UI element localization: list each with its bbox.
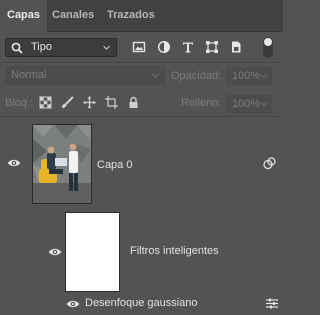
blend-mode-value: Normal — [11, 69, 47, 81]
layer-name[interactable]: Capa 0 — [97, 159, 132, 171]
filter-blending-options-icon[interactable] — [266, 298, 278, 309]
eye-icon[interactable] — [7, 158, 21, 168]
opacity-value: 100% — [232, 70, 261, 82]
smart-filter-indicator-icon[interactable] — [263, 157, 276, 170]
eye-icon[interactable] — [66, 299, 80, 309]
opacity-input[interactable]: 100% — [226, 67, 272, 85]
filter-kind-value: Tipo — [31, 41, 52, 53]
tab-layers[interactable]: Capas — [0, 0, 48, 32]
type-filter-icon[interactable] — [181, 40, 195, 54]
fill-value: 100% — [232, 98, 261, 110]
lock-transparent-icon[interactable] — [39, 96, 52, 109]
layer-filter-row: Tipo — [0, 32, 283, 62]
fill-label: Relleno: — [181, 97, 222, 109]
chevron-down-icon — [260, 74, 268, 79]
eye-icon[interactable] — [48, 247, 62, 257]
filter-kind-select[interactable]: Tipo — [5, 38, 117, 57]
tab-channels[interactable]: Canales — [45, 0, 101, 31]
lock-paint-icon[interactable] — [61, 96, 74, 109]
filter-name-gaussian-blur[interactable]: Desenfoque gaussiano — [85, 297, 198, 309]
shape-filter-icon[interactable] — [205, 40, 219, 54]
image-filter-icon[interactable] — [132, 40, 146, 54]
divider — [0, 62, 283, 63]
panel-tab-bar: Capas Canales Trazados — [0, 0, 283, 32]
smart-filter-mask-thumbnail[interactable] — [65, 212, 120, 292]
tab-paths[interactable]: Trazados — [100, 0, 162, 31]
lock-label: Bloq.: — [5, 97, 34, 109]
opacity-label: Opacidad: — [171, 70, 222, 82]
filter-toggle[interactable] — [263, 37, 273, 58]
blend-mode-select[interactable]: Normal — [5, 66, 165, 85]
lock-artboard-icon[interactable] — [105, 96, 118, 109]
chevron-down-icon — [260, 102, 268, 107]
lock-all-icon[interactable] — [127, 96, 140, 109]
layer-row-capa-0[interactable]: Capa 0 — [0, 117, 283, 209]
smart-object-filter-icon[interactable] — [229, 40, 243, 54]
fill-input[interactable]: 100% — [226, 95, 272, 113]
smart-filters-label[interactable]: Filtros inteligentes — [130, 245, 219, 257]
layer-photo-thumbnail — [33, 125, 91, 203]
search-icon — [11, 42, 23, 54]
adjustment-filter-icon[interactable] — [157, 40, 171, 54]
chevron-down-icon — [152, 73, 159, 78]
chevron-down-icon — [103, 45, 110, 50]
lock-position-icon[interactable] — [83, 96, 96, 109]
layer-thumbnail — [32, 124, 92, 204]
